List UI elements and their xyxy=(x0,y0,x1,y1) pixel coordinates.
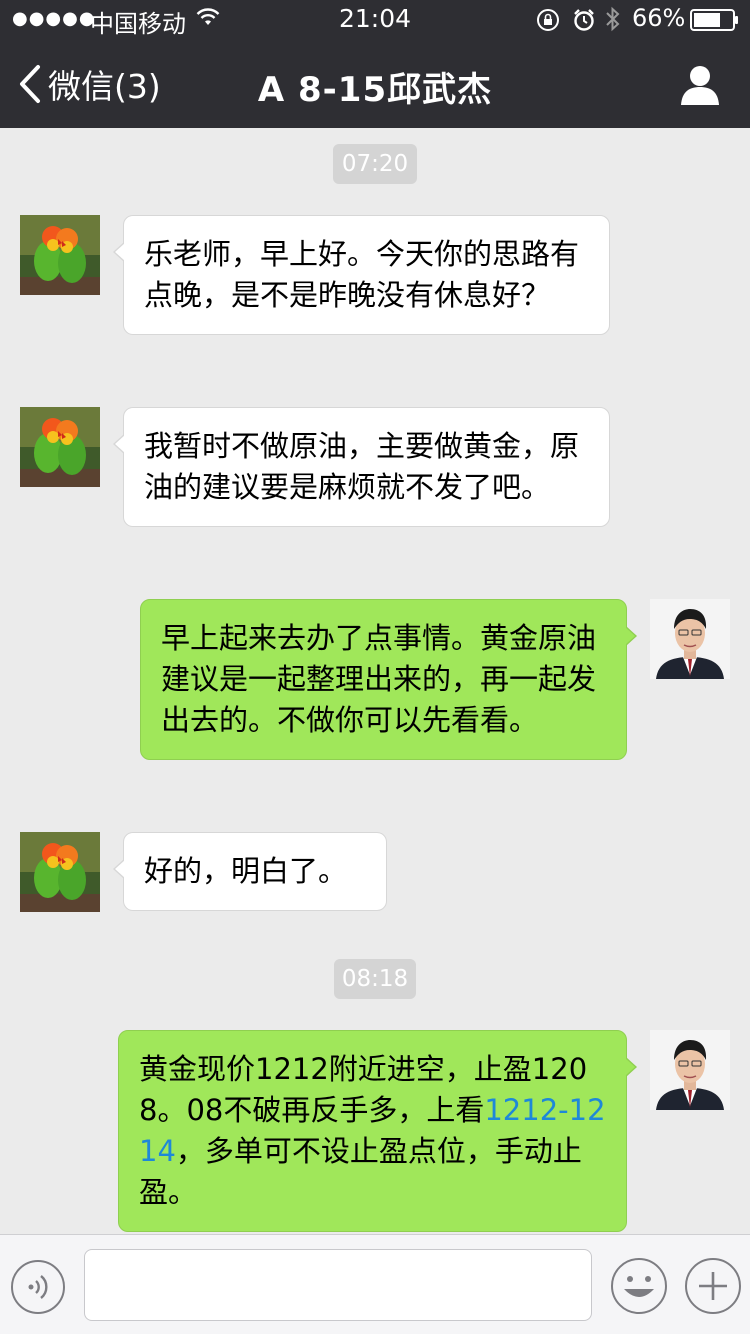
parrots-avatar xyxy=(20,407,100,487)
plus-icon[interactable] xyxy=(684,1257,742,1315)
self-avatar[interactable] xyxy=(650,1030,730,1110)
message-bubble-incoming[interactable]: 我暂时不做原油，主要做黄金，原油的建议要是麻烦就不发了吧。 xyxy=(113,407,610,527)
self-avatar[interactable] xyxy=(650,599,730,679)
timestamp: 07:20 xyxy=(333,144,417,184)
man-portrait-avatar xyxy=(650,1030,730,1110)
rotation-lock-icon xyxy=(537,9,559,31)
battery-percent: 66% xyxy=(632,4,686,32)
timestamp: 08:18 xyxy=(334,959,416,999)
man-portrait-avatar xyxy=(650,599,730,679)
message-bubble-incoming[interactable]: 乐老师，早上好。今天你的思路有点晚，是不是昨晚没有休息好？ xyxy=(113,215,610,335)
bluetooth-icon xyxy=(606,6,620,32)
contact-avatar[interactable] xyxy=(20,407,100,487)
message-input[interactable] xyxy=(84,1249,592,1321)
message-bubble-outgoing[interactable]: 黄金现价1212附近进空，止盈1208。08不破再反手多，上看1212-1214… xyxy=(118,1030,637,1232)
back-button[interactable]: 微信(3) xyxy=(18,62,161,106)
battery-icon xyxy=(690,9,738,31)
top-bar: ●●●●● 中国移动 21:04 66% 微信(3) A 8-15邱武杰 xyxy=(0,0,750,128)
emoji-icon[interactable] xyxy=(610,1257,668,1315)
navigation-bar: 微信(3) A 8-15邱武杰 xyxy=(0,40,750,128)
message-bubble-incoming[interactable]: 好的，明白了。 xyxy=(113,832,387,911)
status-bar: ●●●●● 中国移动 21:04 66% xyxy=(0,0,750,40)
parrots-avatar xyxy=(20,215,100,295)
message-bubble-outgoing[interactable]: 早上起来去办了点事情。黄金原油建议是一起整理出来的，再一起发出去的。不做你可以先… xyxy=(140,599,637,760)
message-text: ，多单可不设止盈点位，手动止盈。 xyxy=(139,1134,582,1209)
profile-icon[interactable] xyxy=(680,64,720,106)
parrots-avatar xyxy=(20,832,100,912)
back-label: 微信(3) xyxy=(48,67,161,106)
chat-title: A 8-15邱武杰 xyxy=(257,70,493,110)
back-chevron-icon xyxy=(20,65,40,103)
input-bar xyxy=(0,1234,750,1334)
contact-avatar[interactable] xyxy=(20,215,100,295)
alarm-icon xyxy=(574,9,594,31)
contact-avatar[interactable] xyxy=(20,832,100,912)
voice-icon[interactable] xyxy=(10,1259,66,1315)
